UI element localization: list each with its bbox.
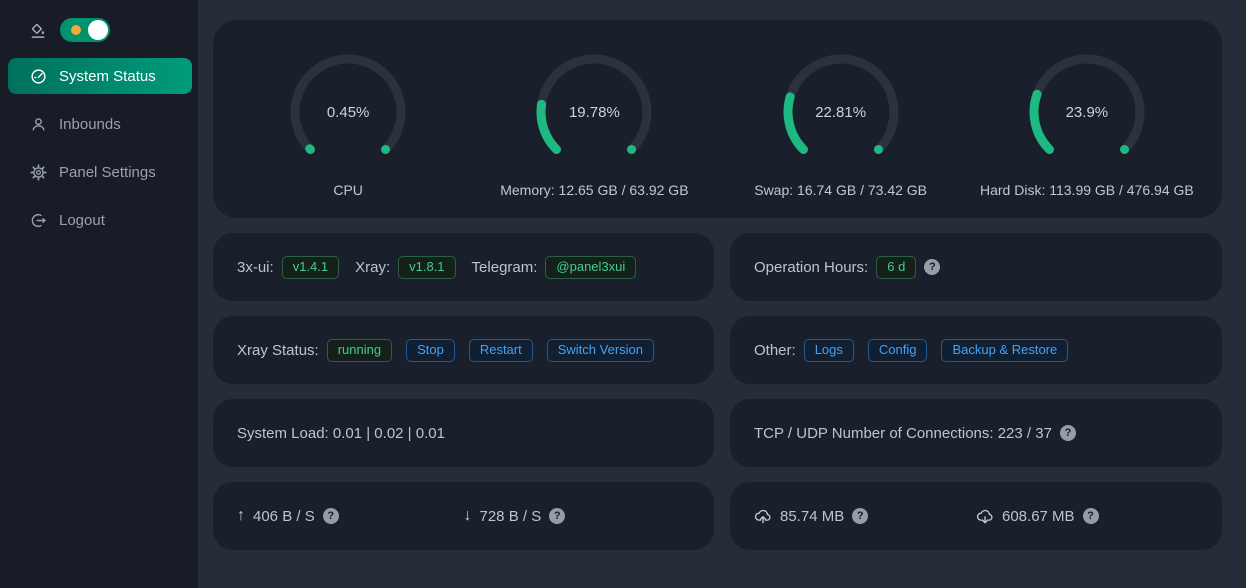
- telegram-label: Telegram:: [472, 259, 538, 276]
- swap-label: Swap: 16.74 GB / 73.42 GB: [754, 182, 927, 198]
- sidebar-item-inbounds[interactable]: Inbounds: [8, 106, 192, 142]
- swap-gauge-chart: 22.81%: [779, 50, 903, 174]
- resource-gauges-card: 0.45% CPU 19.78% Memory: 12.65 GB / 63.9…: [213, 20, 1222, 218]
- question-icon[interactable]: ?: [1083, 508, 1099, 524]
- dashboard-icon: [30, 68, 47, 85]
- xray-version-tag: v1.8.1: [398, 256, 455, 279]
- other-actions-card: Other: Logs Config Backup & Restore: [730, 316, 1222, 384]
- gear-icon: [30, 164, 47, 181]
- question-icon[interactable]: ?: [1060, 425, 1076, 441]
- gauge-hard-disk: 23.9% Hard Disk: 113.99 GB / 476.94 GB: [964, 50, 1210, 218]
- sidebar-item-label: Inbounds: [59, 116, 121, 133]
- sidebar-item-label: Panel Settings: [59, 164, 156, 181]
- user-icon: [30, 116, 47, 133]
- sidebar-item-system-status[interactable]: System Status: [8, 58, 192, 94]
- theme-controls: [0, 18, 198, 42]
- telegram-link-tag[interactable]: @panel3xui: [545, 256, 636, 279]
- arrow-up-icon: ↑: [237, 507, 245, 525]
- upload-speed: ↑ 406 B / S ?: [237, 507, 464, 525]
- cpu-label: CPU: [333, 182, 363, 198]
- versions-card: 3x-ui: v1.4.1 Xray: v1.8.1 Telegram: @pa…: [213, 233, 714, 301]
- memory-label: Memory: 12.65 GB / 63.92 GB: [500, 182, 688, 198]
- sidebar-menu: System Status Inbounds: [0, 58, 198, 238]
- toggle-dot-icon: [71, 25, 81, 35]
- xray-version-label: Xray:: [355, 259, 390, 276]
- row-xray-status: Xray Status: running Stop Restart Switch…: [213, 316, 1222, 384]
- toggle-knob: [88, 20, 108, 40]
- restart-button[interactable]: Restart: [469, 339, 533, 362]
- xray-status-card: Xray Status: running Stop Restart Switch…: [213, 316, 714, 384]
- sidebar-item-logout[interactable]: Logout: [8, 202, 192, 238]
- gauge-swap: 22.81% Swap: 16.74 GB / 73.42 GB: [718, 50, 964, 218]
- total-sent-text: 85.74 MB: [780, 508, 844, 525]
- system-load-card: System Load: 0.01 | 0.02 | 0.01: [213, 399, 714, 467]
- operation-hours-card: Operation Hours: 6 d ?: [730, 233, 1222, 301]
- swap-percent: 22.81%: [779, 50, 903, 174]
- cpu-gauge-chart: 0.45%: [286, 50, 410, 174]
- question-icon[interactable]: ?: [924, 259, 940, 275]
- operation-hours-label: Operation Hours:: [754, 259, 868, 276]
- total-received-text: 608.67 MB: [1002, 508, 1075, 525]
- row-versions: 3x-ui: v1.4.1 Xray: v1.8.1 Telegram: @pa…: [213, 233, 1222, 301]
- xui-version-tag: v1.4.1: [282, 256, 339, 279]
- connections-text: TCP / UDP Number of Connections: 223 / 3…: [754, 425, 1052, 442]
- xray-status-tag: running: [327, 339, 392, 362]
- theme-fill-icon: [29, 21, 47, 39]
- sidebar-item-panel-settings[interactable]: Panel Settings: [8, 154, 192, 190]
- upload-speed-text: 406 B / S: [253, 508, 315, 525]
- sidebar-item-label: System Status: [59, 68, 156, 85]
- download-speed: ↓ 728 B / S ?: [464, 507, 691, 525]
- cloud-upload-icon: [754, 507, 772, 525]
- net-speed-card: ↑ 406 B / S ? ↓ 728 B / S ?: [213, 482, 714, 550]
- memory-gauge-chart: 19.78%: [532, 50, 656, 174]
- operation-hours-tag: 6 d: [876, 256, 916, 279]
- gauge-cpu: 0.45% CPU: [225, 50, 471, 218]
- other-label: Other:: [754, 342, 796, 359]
- disk-label: Hard Disk: 113.99 GB / 476.94 GB: [980, 182, 1194, 198]
- disk-gauge-chart: 23.9%: [1025, 50, 1149, 174]
- connections-card: TCP / UDP Number of Connections: 223 / 3…: [730, 399, 1222, 467]
- logout-icon: [30, 212, 47, 229]
- question-icon[interactable]: ?: [852, 508, 868, 524]
- logs-button[interactable]: Logs: [804, 339, 854, 362]
- arrow-down-icon: ↓: [464, 507, 472, 525]
- sidebar-item-label: Logout: [59, 212, 105, 229]
- stop-button[interactable]: Stop: [406, 339, 455, 362]
- download-speed-text: 728 B / S: [480, 508, 542, 525]
- row-system-load: System Load: 0.01 | 0.02 | 0.01 TCP / UD…: [213, 399, 1222, 467]
- system-load-text: System Load: 0.01 | 0.02 | 0.01: [237, 425, 445, 442]
- cloud-download-icon: [976, 507, 994, 525]
- gauge-memory: 19.78% Memory: 12.65 GB / 63.92 GB: [471, 50, 717, 218]
- main-content: 0.45% CPU 19.78% Memory: 12.65 GB / 63.9…: [198, 0, 1246, 588]
- total-sent: 85.74 MB ?: [754, 507, 976, 525]
- backup-restore-button[interactable]: Backup & Restore: [941, 339, 1068, 362]
- switch-version-button[interactable]: Switch Version: [547, 339, 654, 362]
- xray-status-label: Xray Status:: [237, 342, 319, 359]
- total-received: 608.67 MB ?: [976, 507, 1198, 525]
- net-total-card: 85.74 MB ? 608.67 MB ?: [730, 482, 1222, 550]
- question-icon[interactable]: ?: [323, 508, 339, 524]
- cpu-percent: 0.45%: [286, 50, 410, 174]
- theme-toggle-switch[interactable]: [60, 18, 110, 42]
- xui-version-label: 3x-ui:: [237, 259, 274, 276]
- memory-percent: 19.78%: [532, 50, 656, 174]
- row-network: ↑ 406 B / S ? ↓ 728 B / S ? 85.74 M: [213, 482, 1222, 550]
- disk-percent: 23.9%: [1025, 50, 1149, 174]
- sidebar: System Status Inbounds: [0, 0, 198, 588]
- question-icon[interactable]: ?: [549, 508, 565, 524]
- config-button[interactable]: Config: [868, 339, 928, 362]
